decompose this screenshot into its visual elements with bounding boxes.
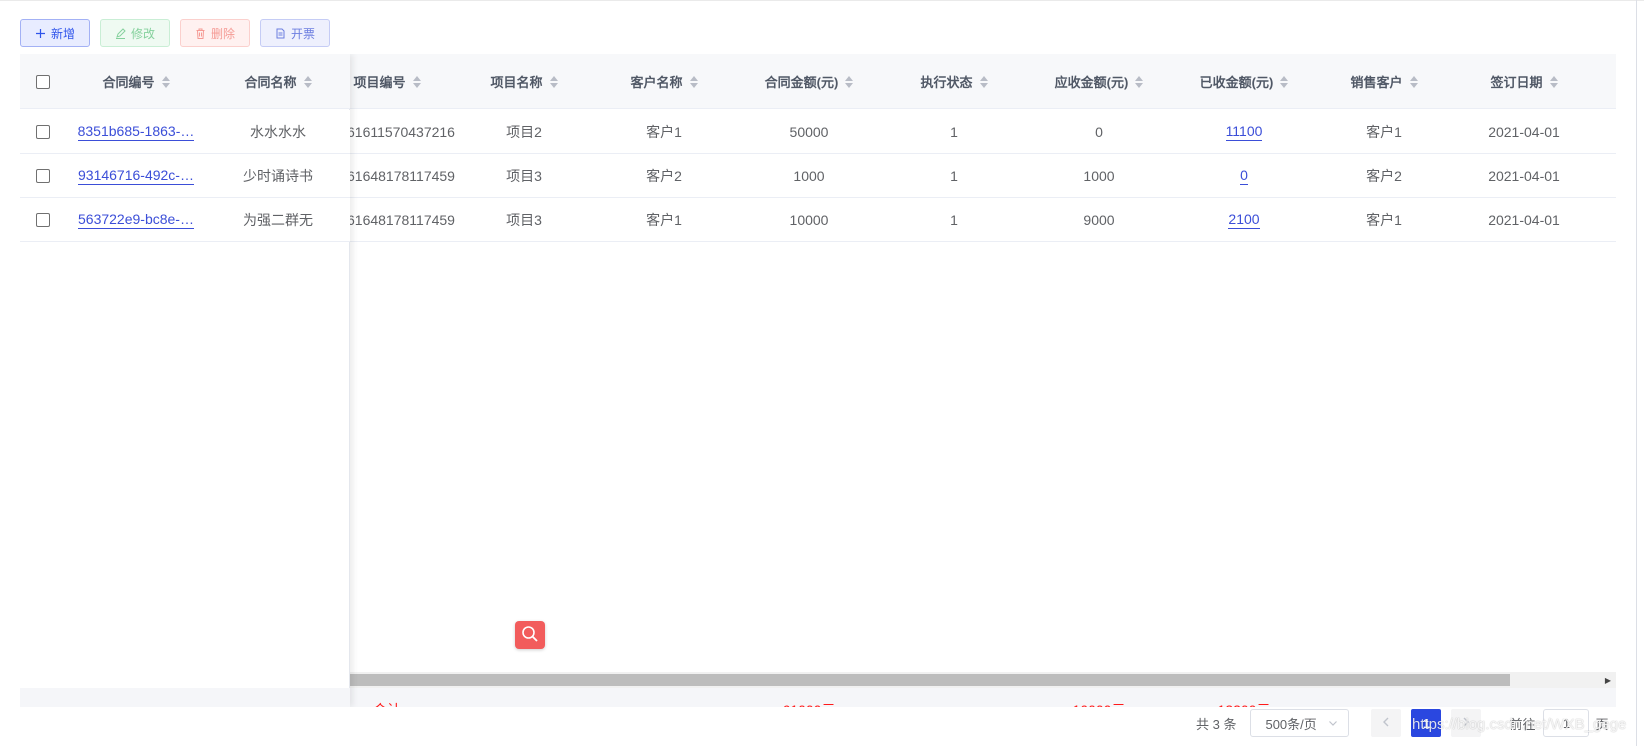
edit-icon: [115, 27, 126, 39]
row-checkbox[interactable]: [36, 125, 50, 139]
cell-project-name: 项目3: [506, 168, 542, 184]
cell-project-name: 项目3: [506, 212, 542, 228]
add-button[interactable]: 新增: [20, 19, 91, 47]
row-select[interactable]: [20, 110, 66, 154]
cell-sales-customer: 客户2: [1366, 168, 1402, 184]
top-border: [0, 0, 1644, 1]
contract-table: 项目编号 项目名称 客户名称 合同金额(元) 执行状态 应收金额(元) 已收金额…: [20, 54, 1616, 707]
cell-customer-name: 客户1: [646, 212, 682, 228]
sort-icon[interactable]: [1409, 75, 1418, 88]
invoice-button-label: 开票: [291, 26, 316, 41]
search-icon: [521, 625, 539, 646]
sort-icon[interactable]: [1135, 75, 1144, 88]
cell-received-link[interactable]: 2100: [1174, 198, 1314, 242]
cell-sign-date: 2021-04-01: [1488, 168, 1560, 184]
sort-icon[interactable]: [161, 75, 170, 88]
sort-icon[interactable]: [689, 75, 698, 88]
chevron-down-icon: [1328, 718, 1338, 731]
cell-contract-name: 水水水水: [250, 124, 306, 140]
edit-button[interactable]: 修改: [100, 19, 171, 47]
cell-receivable: 9000: [1083, 212, 1115, 228]
cell-exec-status: 1: [950, 168, 958, 184]
sort-icon[interactable]: [412, 75, 421, 88]
search-button[interactable]: [515, 621, 545, 649]
header-select-all[interactable]: [20, 54, 66, 109]
row-checkbox[interactable]: [36, 169, 50, 183]
sort-icon[interactable]: [979, 75, 988, 88]
cell-received-link[interactable]: 11100: [1174, 110, 1314, 154]
page-size-select[interactable]: 500条/页: [1250, 709, 1350, 737]
row-select[interactable]: [20, 198, 66, 242]
cell-received-link[interactable]: 0: [1174, 154, 1314, 198]
cell-contract-name: 少时诵诗书: [243, 168, 313, 184]
header-contract-name[interactable]: 合同名称: [206, 54, 350, 109]
row-checkbox[interactable]: [36, 213, 50, 227]
cell-sign-date: 2021-04-01: [1488, 212, 1560, 228]
table-row[interactable]: 93146716-492c-… 少时诵诗书: [20, 154, 350, 198]
add-button-label: 新增: [51, 26, 76, 41]
header-project-name[interactable]: 项目名称: [454, 54, 594, 109]
cell-sales-customer: 客户1: [1366, 212, 1402, 228]
cell-customer-name: 客户2: [646, 168, 682, 184]
header-received[interactable]: 已收金额(元): [1174, 54, 1314, 109]
row-select[interactable]: [20, 154, 66, 198]
cell-sales-customer: 客户1: [1366, 124, 1402, 140]
document-icon: [275, 28, 286, 39]
summary-receivable: 10000元: [1024, 688, 1174, 707]
cell-contract-no-link[interactable]: 93146716-492c-…: [66, 154, 206, 198]
delete-button-label: 删除: [211, 26, 236, 41]
right-border: [1636, 0, 1637, 746]
trash-icon: [195, 28, 206, 39]
cell-exec-status: 1: [950, 212, 958, 228]
sort-icon[interactable]: [1280, 75, 1289, 88]
sort-icon[interactable]: [549, 75, 558, 88]
cell-customer-name: 客户1: [646, 124, 682, 140]
fixed-summary-row: [20, 688, 350, 707]
table-row[interactable]: 8351b685-1863-… 水水水水: [20, 110, 350, 154]
cell-contract-amount: 10000: [789, 212, 829, 228]
cell-exec-status: 1: [950, 124, 958, 140]
delete-button[interactable]: 删除: [180, 19, 251, 47]
edit-button-label: 修改: [131, 26, 156, 41]
header-contract-amount[interactable]: 合同金额(元): [734, 54, 884, 109]
cell-contract-name: 为强二群无: [243, 212, 313, 228]
sort-icon[interactable]: [845, 75, 854, 88]
toolbar: 新增 修改 删除 开票: [20, 19, 331, 47]
fixed-table-header: 合同编号 合同名称: [20, 54, 350, 109]
cell-contract-no-link[interactable]: 563722e9-bc8e-…: [66, 198, 206, 242]
header-sign-date[interactable]: 签订日期: [1454, 54, 1594, 109]
table-row[interactable]: 563722e9-bc8e-… 为强二群无: [20, 198, 350, 242]
scroll-right-arrow[interactable]: ▶: [1600, 672, 1616, 688]
summary-received: 13200元: [1174, 688, 1314, 707]
cell-receivable: 1000: [1083, 168, 1115, 184]
summary-contract-amount: 61000元: [734, 688, 884, 707]
fixed-left-columns: 合同编号 合同名称 8351b685-1863-… 水水水水 93146716-…: [20, 54, 350, 707]
sort-icon[interactable]: [1549, 75, 1558, 88]
header-customer-name[interactable]: 客户名称: [594, 54, 734, 109]
cell-receivable: 0: [1095, 124, 1103, 140]
cell-contract-amount: 50000: [789, 124, 829, 140]
plus-icon: [35, 28, 46, 39]
invoice-button[interactable]: 开票: [260, 19, 331, 47]
pagination-total: 共 3 条: [1196, 716, 1237, 732]
cell-project-name: 项目2: [506, 124, 542, 140]
select-all-checkbox[interactable]: [36, 74, 50, 89]
cell-contract-amount: 1000: [793, 168, 825, 184]
sort-icon[interactable]: [303, 75, 312, 88]
header-exec-status[interactable]: 执行状态: [884, 54, 1024, 109]
prev-page-button[interactable]: [1371, 709, 1402, 737]
chevron-left-icon: [1382, 716, 1390, 730]
header-receivable[interactable]: 应收金额(元): [1024, 54, 1174, 109]
watermark-text: https://blog.csdn.net/WXB_gege: [1412, 716, 1627, 733]
header-sales-customer[interactable]: 销售客户: [1314, 54, 1454, 109]
cell-sign-date: 2021-04-01: [1488, 124, 1560, 140]
header-contract-no[interactable]: 合同编号: [66, 54, 206, 109]
cell-contract-no-link[interactable]: 8351b685-1863-…: [66, 110, 206, 154]
